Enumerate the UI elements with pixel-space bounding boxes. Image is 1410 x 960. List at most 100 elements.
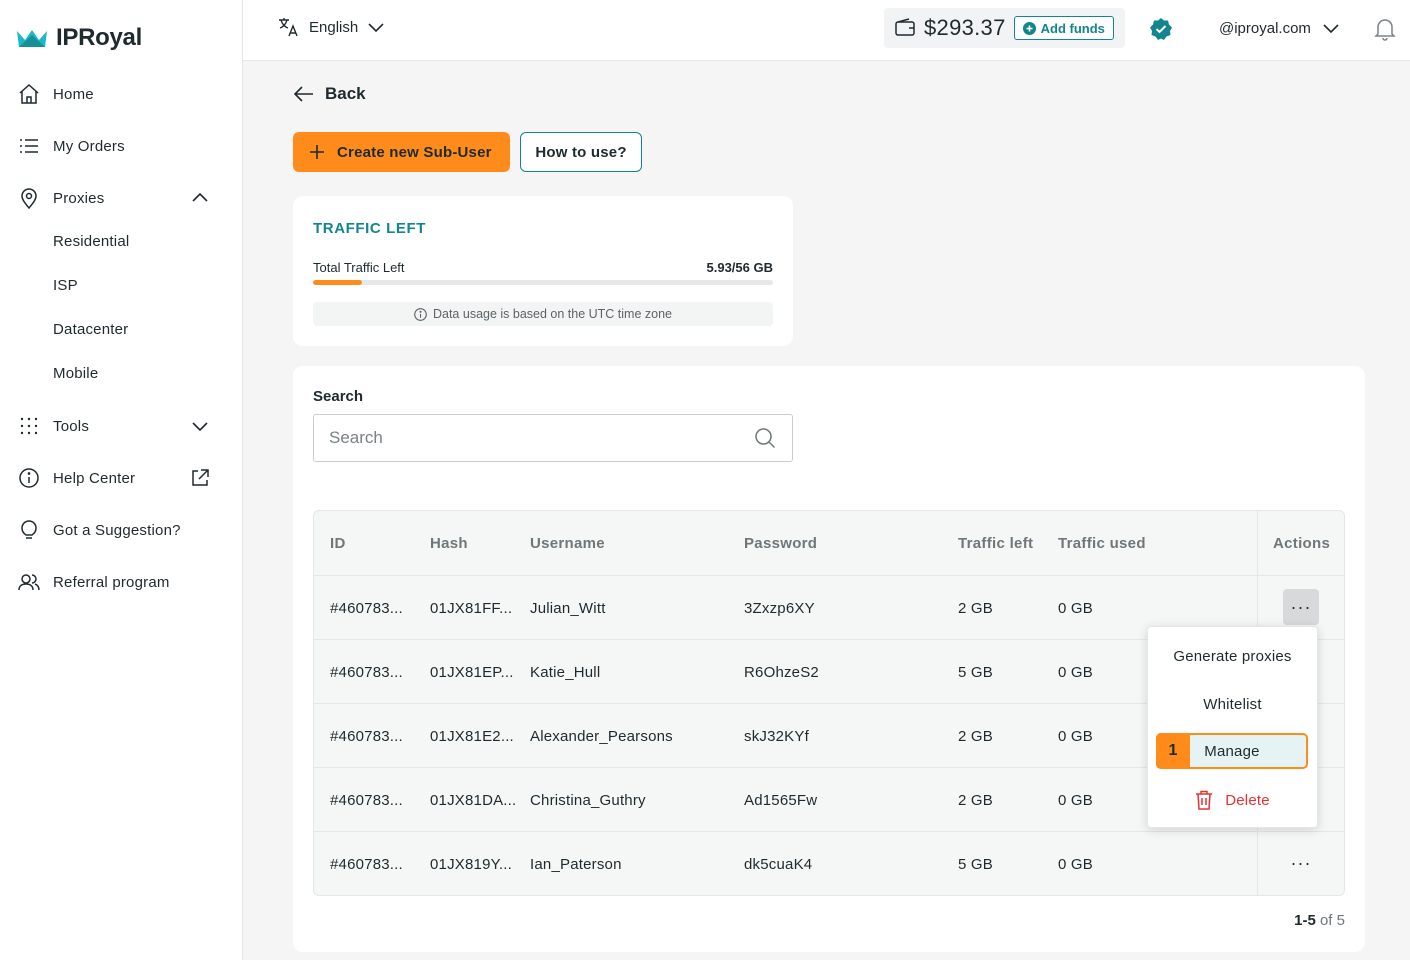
back-label: Back xyxy=(325,84,366,103)
traffic-progress-bar xyxy=(313,280,773,285)
location-pin-icon xyxy=(16,185,42,211)
column-header-traffic-left[interactable]: Traffic left xyxy=(958,511,1033,575)
menu-item-delete-label: Delete xyxy=(1225,791,1270,809)
cell-traffic-used: 0 GB xyxy=(1058,663,1093,681)
info-icon xyxy=(414,307,427,321)
sidebar-item-home[interactable]: Home xyxy=(16,76,226,112)
create-sub-user-label: Create new Sub-User xyxy=(337,143,492,161)
traffic-note: Data usage is based on the UTC time zone xyxy=(313,302,773,326)
balance-widget: $293.37 Add funds xyxy=(884,8,1125,48)
cell-username: Alexander_Pearsons xyxy=(530,727,673,745)
how-to-use-button[interactable]: How to use? xyxy=(520,132,642,172)
row-actions-menu: Generate proxies Whitelist 1 Manage Dele… xyxy=(1147,626,1318,828)
row-actions-button[interactable]: ··· xyxy=(1283,845,1319,881)
menu-item-delete[interactable]: Delete xyxy=(1148,782,1317,818)
highlight-step-badge: 1 xyxy=(1156,733,1190,769)
traffic-note-text: Data usage is based on the UTC time zone xyxy=(432,307,673,321)
cell-hash: 01JX81EP... xyxy=(430,663,514,681)
sidebar-subitem-datacenter[interactable]: Datacenter xyxy=(53,321,128,338)
users-icon xyxy=(16,569,42,595)
sidebar-subitem-residential[interactable]: Residential xyxy=(53,233,129,250)
cell-traffic-used: 0 GB xyxy=(1058,791,1093,809)
cell-password: 3Zxzp6XY xyxy=(744,599,815,617)
sidebar-item-my-orders[interactable]: My Orders xyxy=(16,128,226,164)
cell-hash: 01JX81E2... xyxy=(430,727,514,745)
wallet-icon xyxy=(895,18,915,36)
sidebar-item-suggestion[interactable]: Got a Suggestion? xyxy=(16,512,226,548)
cell-hash: 01JX819Y... xyxy=(430,855,512,873)
info-icon xyxy=(16,465,42,491)
sidebar-subitem-mobile[interactable]: Mobile xyxy=(53,365,98,382)
cell-password: Ad1565Fw xyxy=(744,791,818,809)
sidebar-item-referral[interactable]: Referral program xyxy=(16,564,226,600)
cell-traffic-used: 0 GB xyxy=(1058,855,1093,873)
sidebar-item-label: Tools xyxy=(53,417,90,435)
sidebar-subitem-isp[interactable]: ISP xyxy=(53,277,78,294)
search-label: Search xyxy=(313,388,364,405)
account-menu[interactable]: @iproyal.com xyxy=(1219,18,1341,38)
create-sub-user-button[interactable]: Create new Sub-User xyxy=(293,132,510,172)
translate-icon xyxy=(279,18,298,37)
cell-hash: 01JX81FF... xyxy=(430,599,513,617)
traffic-label: Total Traffic Left xyxy=(313,260,405,275)
brand-name: IPRoyal xyxy=(56,24,142,51)
sidebar-item-label: Home xyxy=(53,85,94,103)
trash-icon xyxy=(1196,790,1213,810)
cell-traffic-left: 2 GB xyxy=(958,727,993,745)
column-header-password[interactable]: Password xyxy=(744,511,817,575)
cell-password: skJ32KYf xyxy=(744,727,809,745)
lightbulb-icon xyxy=(16,517,42,543)
chevron-down-icon xyxy=(192,422,208,432)
menu-item-manage[interactable]: 1 Manage xyxy=(1156,733,1308,769)
menu-item-whitelist[interactable]: Whitelist xyxy=(1148,686,1317,722)
arrow-left-icon xyxy=(293,86,313,102)
cell-id: #460783... xyxy=(330,727,403,745)
menu-item-generate-proxies[interactable]: Generate proxies xyxy=(1148,638,1317,674)
account-email: @iproyal.com xyxy=(1219,19,1311,37)
table-row: #460783... 01JX819Y... Ian_Paterson dk5c… xyxy=(314,831,1344,895)
plus-icon xyxy=(310,145,324,159)
column-header-actions: Actions xyxy=(1273,534,1331,552)
cell-id: #460783... xyxy=(330,599,403,617)
sidebar-item-proxies[interactable]: Proxies xyxy=(16,180,226,216)
column-header-traffic-used[interactable]: Traffic used xyxy=(1058,511,1146,575)
brand-logo[interactable]: IPRoyal xyxy=(16,24,142,52)
add-funds-button[interactable]: Add funds xyxy=(1013,16,1114,40)
cell-id: #460783... xyxy=(330,855,403,873)
pagination-range: 1-5 xyxy=(1294,912,1316,929)
sidebar-item-label: Proxies xyxy=(53,189,105,207)
search-field xyxy=(313,414,793,462)
bell-icon[interactable] xyxy=(1374,17,1396,41)
add-funds-label: Add funds xyxy=(1040,20,1105,36)
chevron-up-icon xyxy=(192,192,208,202)
chevron-down-icon xyxy=(368,23,384,33)
search-input[interactable] xyxy=(314,415,744,461)
sidebar: IPRoyal Home My Orders Proxies Residenti… xyxy=(0,0,243,960)
sidebar-item-tools[interactable]: Tools xyxy=(16,408,226,444)
list-icon xyxy=(16,133,42,159)
balance-amount: $293.37 xyxy=(924,15,1006,40)
traffic-card: TRAFFIC LEFT Total Traffic Left 5.93/56 … xyxy=(293,196,793,346)
column-header-hash[interactable]: Hash xyxy=(430,511,468,575)
language-selector[interactable]: English xyxy=(277,16,386,38)
cell-username: Julian_Witt xyxy=(530,599,606,617)
column-header-username[interactable]: Username xyxy=(530,511,605,575)
traffic-title: TRAFFIC LEFT xyxy=(313,220,427,237)
menu-item-manage-label: Manage xyxy=(1204,742,1260,760)
cell-username: Katie_Hull xyxy=(530,663,601,681)
cell-username: Ian_Paterson xyxy=(530,855,622,873)
sidebar-item-label: Got a Suggestion? xyxy=(53,521,181,539)
crown-icon xyxy=(17,30,47,47)
column-header-id[interactable]: ID xyxy=(330,511,346,575)
cell-id: #460783... xyxy=(330,663,403,681)
home-icon xyxy=(16,81,42,107)
cell-traffic-left: 5 GB xyxy=(958,855,993,873)
cell-hash: 01JX81DA... xyxy=(430,791,517,809)
search-icon[interactable] xyxy=(754,427,776,449)
back-button[interactable]: Back xyxy=(293,84,366,104)
sidebar-item-help-center[interactable]: Help Center xyxy=(16,460,226,496)
plus-circle-icon xyxy=(1022,21,1036,35)
cell-username: Christina_Guthry xyxy=(530,791,646,809)
chevron-down-icon xyxy=(1323,24,1339,34)
row-actions-button[interactable]: ··· xyxy=(1283,589,1319,625)
